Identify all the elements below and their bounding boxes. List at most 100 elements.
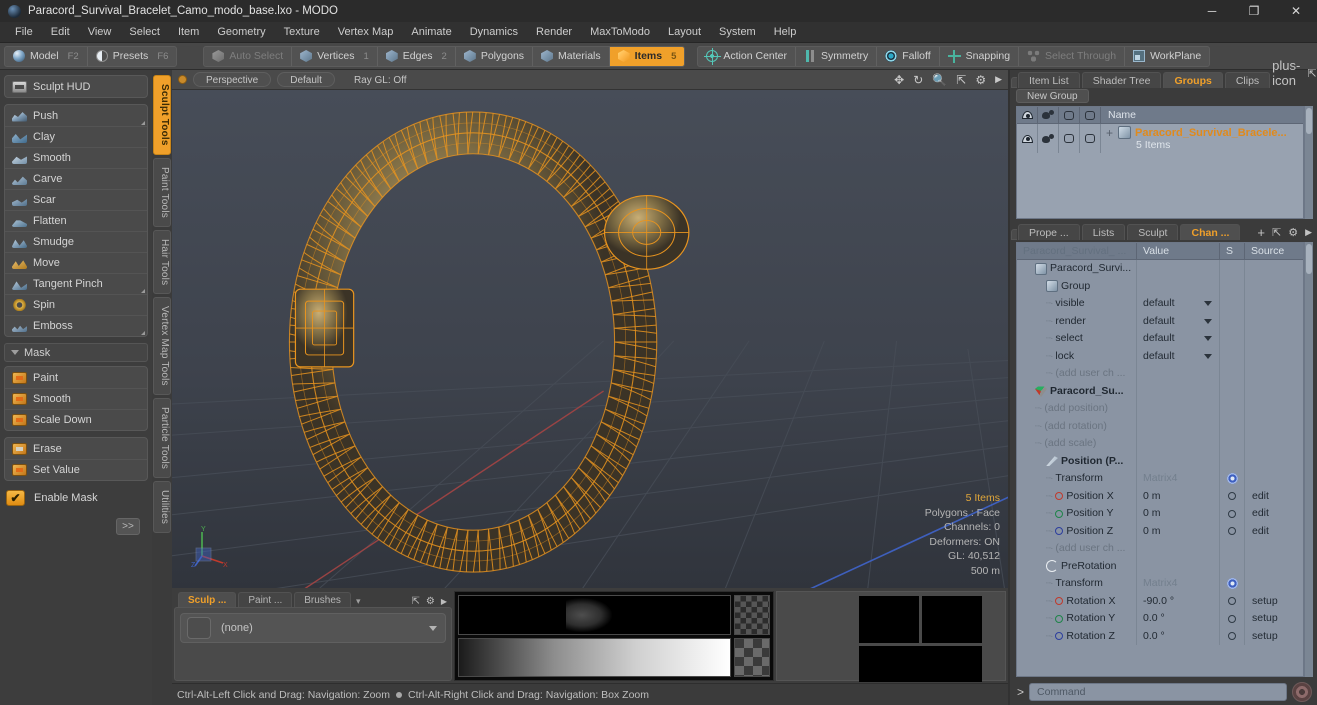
channel-row[interactable]: ┈· (add scale) — [1017, 435, 1303, 453]
fit-icon[interactable]: ⇱ — [956, 74, 966, 86]
record-icon[interactable] — [1292, 682, 1312, 702]
bottom-tab-brushes[interactable]: Brushes — [294, 592, 351, 607]
channel-s-column[interactable]: S — [1220, 243, 1245, 260]
sculpt-hud-button[interactable]: Sculpt HUD — [5, 76, 147, 97]
brush-extra-panel[interactable] — [776, 591, 1006, 682]
tool-popup-corner-icon[interactable] — [141, 121, 145, 125]
chevron-down-icon[interactable] — [1204, 301, 1212, 306]
channel-state-icon[interactable] — [1228, 597, 1236, 606]
mask-tool-smooth[interactable]: Smooth — [5, 388, 147, 409]
new-group-button[interactable]: New Group — [1016, 89, 1089, 103]
panel-tab-sculpt[interactable]: Sculpt — [1127, 224, 1179, 240]
toolbar-button-edges[interactable]: Edges 2 — [376, 46, 455, 66]
chevron-down-icon[interactable] — [1204, 336, 1212, 341]
toolbar-button-select-through[interactable]: Select Through — [1018, 46, 1124, 66]
channel-name-column[interactable]: Paracord_Survival_ ... — [1017, 243, 1137, 260]
chevron-down-icon[interactable] — [1204, 318, 1212, 324]
chevron-down-icon[interactable] — [1204, 353, 1212, 359]
row-render-toggle[interactable] — [1038, 124, 1059, 153]
menu-item-edit[interactable]: Edit — [42, 22, 79, 43]
sculpt-tool-move[interactable]: Move — [5, 252, 147, 273]
sculpt-tool-carve[interactable]: Carve — [5, 168, 147, 189]
sculpt-tool-smooth[interactable]: Smooth — [5, 147, 147, 168]
expand-icon[interactable]: ⇱ — [411, 596, 419, 607]
vertical-tab-particle-tools[interactable]: Particle Tools — [153, 397, 171, 478]
channel-row[interactable]: ┈· render default — [1017, 312, 1303, 330]
row-name-cell[interactable]: + Paracord_Survival_Bracele... 5 Items — [1101, 126, 1303, 151]
sculpt-tool-scar[interactable]: Scar — [5, 189, 147, 210]
toolbar-button-presets[interactable]: Presets F6 — [86, 46, 177, 66]
channel-row[interactable]: ┈· select default — [1017, 330, 1303, 348]
tool-popup-corner-icon[interactable] — [141, 331, 145, 335]
groups-tree-empty-area[interactable] — [1017, 153, 1303, 218]
bottom-tab-paint-[interactable]: Paint ... — [238, 592, 293, 607]
vertical-tab-hair-tools[interactable]: Hair Tools — [153, 229, 171, 294]
channel-row[interactable]: ┈· (add position) — [1017, 400, 1303, 418]
pan-icon[interactable]: ✥ — [894, 74, 904, 86]
vertical-tab-sculpt-tools[interactable]: Sculpt Tools — [153, 75, 171, 155]
menu-item-file[interactable]: File — [6, 22, 42, 43]
sculpt-tool-tangent-pinch[interactable]: Tangent Pinch — [5, 273, 147, 294]
channel-row[interactable]: Group — [1017, 277, 1303, 295]
menu-item-render[interactable]: Render — [527, 22, 581, 43]
table-row[interactable]: + Paracord_Survival_Bracele... 5 Items — [1017, 124, 1303, 153]
channels-scrollbar[interactable] — [1304, 242, 1313, 677]
channel-row[interactable]: Position (P... — [1017, 452, 1303, 470]
sculpt-tool-push[interactable]: Push — [5, 105, 147, 126]
viewport-menu-icon[interactable] — [178, 75, 187, 84]
chevron-right-icon[interactable]: ▶ — [995, 75, 1002, 84]
minimize-icon[interactable]: ─ — [1191, 0, 1233, 22]
panel-tab-lists[interactable]: Lists — [1081, 224, 1126, 240]
mask-tool-paint[interactable]: Paint — [5, 367, 147, 388]
toolbar-button-auto-select[interactable]: Auto Select — [204, 47, 291, 66]
channel-row[interactable]: Paracord_Survi... — [1017, 260, 1303, 278]
chevron-down-icon[interactable] — [429, 625, 437, 631]
panel-tab-prope-[interactable]: Prope ... — [1018, 224, 1080, 240]
sculpt-tool-flatten[interactable]: Flatten — [5, 210, 147, 231]
vertical-tab-utilities[interactable]: Utilities — [153, 480, 171, 533]
toolbar-button-falloff[interactable]: Falloff — [876, 46, 938, 66]
lock-column-icon[interactable] — [1080, 107, 1101, 124]
channels-grid[interactable]: Paracord_Survival_ ... Value S Source Pa… — [1016, 242, 1304, 677]
expand-icon[interactable]: ⇱ — [1272, 226, 1281, 239]
menu-item-geometry[interactable]: Geometry — [208, 22, 274, 43]
channel-row[interactable]: ┈· Rotation Y 0.0 ° setup — [1017, 610, 1303, 628]
viewport-raygl-label[interactable]: Ray GL: Off — [341, 72, 420, 87]
channel-row[interactable]: ┈· Position X 0 m edit — [1017, 487, 1303, 505]
viewport-shading-selector[interactable]: Default — [277, 72, 335, 87]
sculpt-tool-smudge[interactable]: Smudge — [5, 231, 147, 252]
menu-item-system[interactable]: System — [710, 22, 765, 43]
mask-tool-scale-down[interactable]: Scale Down — [5, 409, 147, 430]
channel-row[interactable]: ┈· Position Y 0 m edit — [1017, 505, 1303, 523]
vertical-tab-paint-tools[interactable]: Paint Tools — [153, 157, 171, 227]
toolbar-button-items[interactable]: Items 5 — [608, 46, 685, 66]
toolbar-button-polygons[interactable]: Polygons — [454, 46, 532, 66]
channel-row[interactable]: ┈· Rotation Z 0.0 ° setup — [1017, 627, 1303, 645]
plus-icon[interactable]: + — [1257, 225, 1265, 240]
groups-tree-scrollbar[interactable] — [1304, 106, 1313, 219]
gear-icon[interactable]: ⚙ — [426, 596, 435, 607]
toolbar-button-symmetry[interactable]: Symmetry — [795, 46, 876, 66]
brush-gradient-thumbnail[interactable] — [734, 637, 770, 677]
bottom-tab-sculp-[interactable]: Sculp ... — [178, 592, 237, 607]
bracelet-model-wireframe[interactable] — [172, 90, 1008, 588]
channel-row[interactable]: Paracord_Su... — [1017, 382, 1303, 400]
chevron-right-icon[interactable]: ▶ — [441, 597, 447, 606]
brush-gradient-preview[interactable] — [458, 637, 731, 677]
toolbar-button-action-center[interactable]: Action Center — [698, 47, 795, 66]
more-options-button[interactable]: >> — [116, 518, 140, 535]
chevron-down-icon[interactable]: ▾ — [356, 596, 361, 607]
expand-icon[interactable]: + — [1106, 127, 1113, 139]
close-icon[interactable]: ✕ — [1275, 0, 1317, 22]
channel-value-column[interactable]: Value — [1137, 243, 1220, 260]
zoom-icon[interactable]: 🔍 — [932, 74, 947, 86]
vertical-tab-vertex-map-tools[interactable]: Vertex Map Tools — [153, 296, 171, 395]
toolbar-button-snapping[interactable]: Snapping — [938, 46, 1018, 66]
panel-tab-chan-[interactable]: Chan ... — [1180, 224, 1241, 240]
chevron-right-icon[interactable]: ▶ — [1305, 227, 1312, 238]
toolbar-button-model[interactable]: Model F2 — [5, 47, 87, 66]
channel-row[interactable]: ┈· (add user ch ... — [1017, 540, 1303, 558]
viewport-view-selector[interactable]: Perspective — [193, 72, 272, 87]
menu-item-help[interactable]: Help — [765, 22, 806, 43]
channel-row[interactable]: ┈· (add rotation) — [1017, 417, 1303, 435]
